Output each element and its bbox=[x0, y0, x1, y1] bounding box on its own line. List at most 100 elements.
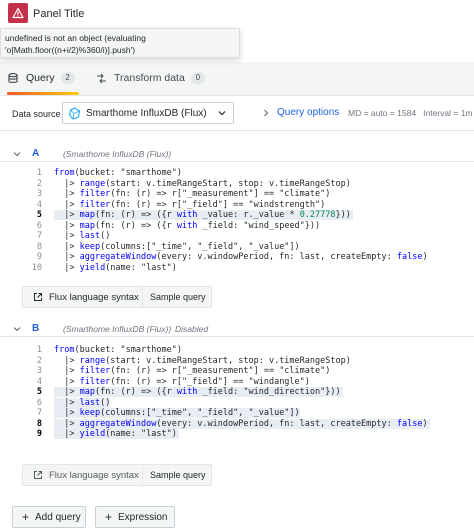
code-line[interactable]: 6 |> map(fn: (r) => ({r with _field: "wi… bbox=[26, 221, 466, 231]
collapse-chevron-icon[interactable] bbox=[12, 149, 22, 159]
code-line[interactable]: 5 |> map(fn: (r) => ({r with _value: r._… bbox=[26, 210, 466, 220]
code-text: |> range(start: v.timeRangeStart, stop: … bbox=[54, 178, 351, 189]
line-number: 9 bbox=[36, 429, 42, 439]
tab-transform[interactable]: Transform data 0 bbox=[96, 72, 205, 84]
panel-header: Panel Title bbox=[0, 0, 474, 30]
tab-transform-count: 0 bbox=[190, 72, 205, 84]
external-link-icon bbox=[34, 471, 42, 479]
flux-syntax-label: Flux language syntax bbox=[49, 291, 139, 303]
query-row-header: A (Smarthome InfluxDB (Flux)) bbox=[0, 145, 474, 163]
line-number: 5 bbox=[36, 210, 42, 220]
chevron-right-icon[interactable] bbox=[262, 108, 270, 118]
error-tooltip: undefined is not an object (evaluating '… bbox=[0, 28, 240, 58]
code-editor[interactable]: 1 from(bucket: "smarthome") 2 |> range(sta… bbox=[26, 345, 466, 443]
line-number: 8 bbox=[36, 418, 42, 429]
code-line[interactable]: 2 |> range(start: v.timeRangeStart, stop… bbox=[26, 356, 466, 366]
chevron-down-icon bbox=[218, 111, 226, 116]
code-text: |> map(fn: (r) => ({r with _field: "wind… bbox=[54, 387, 343, 397]
transform-icon bbox=[97, 73, 106, 83]
collapse-chevron-icon[interactable] bbox=[12, 324, 22, 334]
code-line[interactable]: 3 |> filter(fn: (r) => r["_measurement"]… bbox=[26, 366, 466, 376]
line-number: 4 bbox=[36, 199, 42, 210]
panel-title: Panel Title bbox=[33, 8, 85, 20]
add-query-button[interactable]: + Add query bbox=[12, 506, 86, 528]
code-text: |> keep(columns:["_time", "_field", "_va… bbox=[54, 241, 300, 252]
line-number: 9 bbox=[36, 252, 42, 262]
line-number: 4 bbox=[36, 376, 42, 387]
code-line[interactable]: 5 |> map(fn: (r) => ({r with _field: "wi… bbox=[26, 387, 466, 397]
flux-syntax-button[interactable]: Flux language syntax bbox=[23, 287, 143, 307]
flux-syntax-button[interactable]: Flux language syntax bbox=[23, 465, 143, 485]
code-line[interactable]: 7 |> keep(columns:["_time", "_field", "_… bbox=[26, 408, 466, 418]
code-line[interactable]: 1 from(bucket: "smarthome") bbox=[26, 168, 466, 178]
code-text: |> last() bbox=[54, 231, 111, 241]
code-text: |> filter(fn: (r) => r["_field"] == "win… bbox=[54, 376, 310, 387]
code-line[interactable]: 4 |> filter(fn: (r) => r["_field"] == "w… bbox=[26, 377, 466, 387]
datasource-name: Smarthome InfluxDB (Flux) bbox=[86, 107, 207, 119]
query-options-info: MD = auto = 1584 Interval = 1m bbox=[348, 108, 473, 118]
influxdb-icon bbox=[68, 106, 81, 120]
datasource-label: Data source bbox=[12, 109, 61, 119]
query-letter[interactable]: A bbox=[32, 148, 39, 159]
datasource-row: Data source Smarthome InfluxDB (Flux) Qu… bbox=[0, 97, 474, 131]
query-options-button[interactable]: Query options bbox=[277, 107, 339, 118]
code-text: |> filter(fn: (r) => r["_measurement"] =… bbox=[54, 189, 331, 199]
code-line[interactable]: 6 |> last() bbox=[26, 397, 466, 408]
line-number: 6 bbox=[36, 397, 42, 408]
editor-tabs: Query 2 Transform data 0 bbox=[0, 62, 474, 96]
add-query-label: Add query bbox=[35, 511, 81, 523]
code-line[interactable]: 9 |> yield(name: "last") bbox=[26, 429, 466, 439]
line-number: 7 bbox=[36, 231, 42, 241]
query-datasource: (Smarthome InfluxDB (Flux)) bbox=[63, 324, 172, 334]
code-text: from(bucket: "smarthome") bbox=[54, 345, 182, 355]
code-line[interactable]: 2 |> range(start: v.timeRangeStart, stop… bbox=[26, 179, 466, 189]
query-datasource: (Smarthome InfluxDB (Flux)) bbox=[63, 149, 172, 159]
line-number: 2 bbox=[36, 355, 42, 366]
divider bbox=[0, 161, 474, 162]
line-number: 1 bbox=[36, 345, 42, 355]
code-line[interactable]: 10 |> yield(name: "last") bbox=[26, 263, 466, 273]
line-number: 7 bbox=[36, 408, 42, 418]
code-text: |> aggregateWindow(every: v.windowPeriod… bbox=[54, 418, 430, 429]
plus-icon: + bbox=[22, 510, 30, 524]
flux-syntax-label: Flux language syntax bbox=[49, 469, 139, 481]
datasource-picker[interactable]: Smarthome InfluxDB (Flux) bbox=[62, 102, 234, 124]
sample-query-button[interactable]: Sample query bbox=[150, 470, 206, 480]
code-editor[interactable]: 1 from(bucket: "smarthome") 2 |> range(sta… bbox=[26, 168, 466, 276]
code-text: |> map(fn: (r) => ({r with _field: "wind… bbox=[54, 220, 321, 231]
database-icon bbox=[8, 72, 18, 83]
code-text: |> filter(fn: (r) => r["_measurement"] =… bbox=[54, 366, 331, 376]
query-row-header: B (Smarthome InfluxDB (Flux)) Disabled bbox=[0, 320, 474, 338]
code-line[interactable]: 3 |> filter(fn: (r) => r["_measurement"]… bbox=[26, 189, 466, 199]
code-text: |> yield(name: "last") bbox=[54, 262, 177, 273]
line-number: 2 bbox=[36, 178, 42, 189]
code-text: |> map(fn: (r) => ({r with _value: r._va… bbox=[54, 210, 353, 220]
code-line[interactable]: 1 from(bucket: "smarthome") bbox=[26, 345, 466, 355]
external-link-icon bbox=[34, 293, 42, 301]
tab-query-label: Query bbox=[26, 72, 55, 84]
warning-icon[interactable] bbox=[8, 3, 28, 23]
code-text: |> keep(columns:["_time", "_field", "_va… bbox=[54, 408, 300, 418]
code-line[interactable]: 4 |> filter(fn: (r) => r["_field"] == "w… bbox=[26, 200, 466, 210]
code-text: |> last() bbox=[54, 397, 111, 408]
plus-icon: + bbox=[105, 510, 113, 524]
tab-query[interactable]: Query 2 bbox=[8, 72, 75, 84]
code-line[interactable]: 9 |> aggregateWindow(every: v.windowPeri… bbox=[26, 252, 466, 262]
line-number: 3 bbox=[36, 189, 42, 199]
sample-query-button[interactable]: Sample query bbox=[150, 292, 206, 302]
code-text: |> aggregateWindow(every: v.windowPeriod… bbox=[54, 252, 428, 262]
query-help-buttons: Flux language syntax Sample query bbox=[22, 286, 212, 308]
expression-label: Expression bbox=[118, 511, 168, 523]
code-text: |> yield(name: "last") bbox=[54, 429, 179, 439]
line-number: 6 bbox=[36, 220, 42, 231]
code-line[interactable]: 7 |> last() bbox=[26, 231, 466, 241]
code-text: |> range(start: v.timeRangeStart, stop: … bbox=[54, 355, 351, 366]
tab-query-count: 2 bbox=[60, 72, 75, 84]
code-line[interactable]: 8 |> keep(columns:["_time", "_field", "_… bbox=[26, 242, 466, 252]
line-number: 1 bbox=[36, 168, 42, 178]
line-number: 3 bbox=[36, 366, 42, 376]
code-line[interactable]: 8 |> aggregateWindow(every: v.windowPeri… bbox=[26, 418, 466, 429]
query-letter[interactable]: B bbox=[32, 323, 39, 334]
query-disabled-label: Disabled bbox=[175, 324, 209, 334]
add-expression-button[interactable]: + Expression bbox=[95, 506, 175, 528]
